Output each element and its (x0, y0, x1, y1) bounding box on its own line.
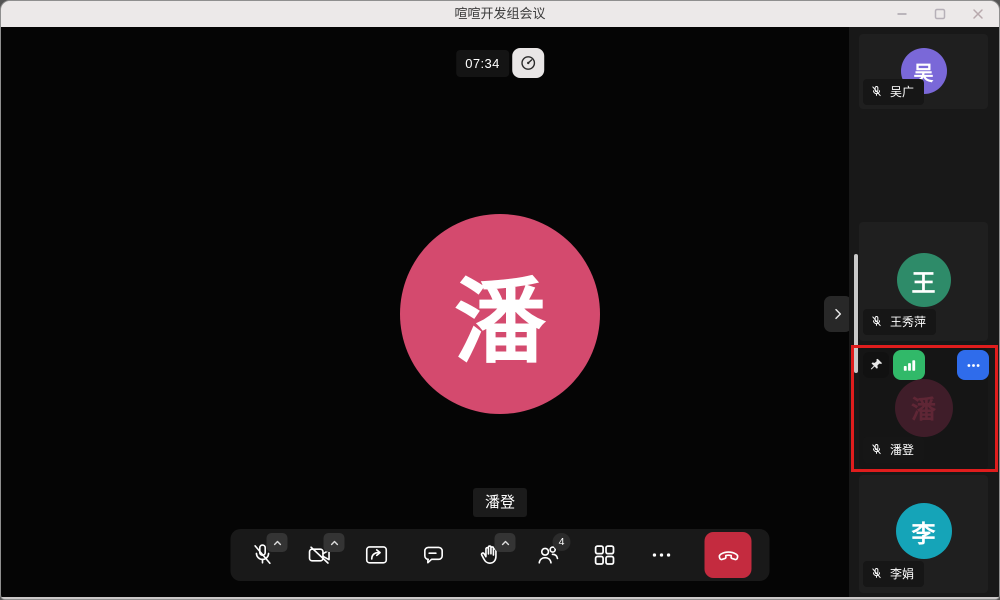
hangup-button[interactable] (705, 532, 752, 578)
window-controls (895, 1, 985, 27)
call-health-button[interactable] (512, 48, 544, 78)
tile-more-options-button[interactable] (957, 350, 989, 380)
meeting-window: 喧喧开发组会议 07:34 (0, 0, 1000, 600)
close-button[interactable] (971, 7, 985, 21)
participants-sidebar: 吴 吴广 王 王秀萍 (849, 27, 999, 597)
mic-muted-icon (870, 567, 883, 580)
speed-gauge-icon (519, 54, 537, 72)
participant-name-pill: 吴广 (863, 79, 924, 105)
participants-button[interactable]: 4 (534, 532, 562, 578)
mic-muted-icon (870, 85, 883, 98)
sidebar-scrollbar[interactable] (854, 254, 858, 373)
grid-view-button[interactable] (591, 532, 619, 578)
signal-quality-button[interactable] (893, 350, 925, 380)
participant-avatar: 李 (896, 503, 952, 559)
raise-hand-button[interactable] (477, 532, 505, 578)
chat-button[interactable] (420, 532, 448, 578)
share-screen-icon (364, 542, 390, 568)
mic-options-chevron[interactable] (267, 533, 288, 552)
participant-tile[interactable]: 吴 吴广 (859, 34, 988, 109)
active-speaker-initial: 潘 (454, 248, 546, 381)
mic-muted-icon (870, 315, 883, 328)
maximize-button[interactable] (933, 7, 947, 21)
meeting-toolbar: 4 (231, 529, 770, 581)
participant-avatar: 王 (897, 253, 951, 307)
camera-toggle-button[interactable] (306, 532, 334, 578)
hand-options-chevron[interactable] (495, 533, 516, 552)
participant-name: 李娟 (890, 565, 914, 582)
active-speaker-avatar: 潘 (400, 214, 600, 414)
share-screen-button[interactable] (363, 532, 391, 578)
chat-icon (421, 542, 447, 568)
timer-group: 07:34 (456, 48, 544, 78)
sidebar-collapse-button[interactable] (824, 296, 852, 332)
meeting-content: 07:34 潘 潘登 (1, 27, 999, 597)
chevron-up-icon (270, 536, 284, 550)
participant-name-pill: 李娟 (863, 561, 924, 587)
participant-avatar-dimmed: 潘 (895, 379, 953, 437)
meeting-timer: 07:34 (456, 50, 509, 77)
participants-count-badge: 4 (553, 533, 571, 551)
active-speaker-name: 潘登 (473, 488, 527, 517)
camera-options-chevron[interactable] (324, 533, 345, 552)
window-title: 喧喧开发组会议 (1, 1, 999, 27)
more-options-icon (649, 542, 675, 568)
more-options-button[interactable] (648, 532, 676, 578)
minimize-icon (896, 8, 908, 20)
pin-button[interactable] (863, 352, 889, 378)
participant-name: 王秀萍 (890, 313, 926, 330)
mic-toggle-button[interactable] (249, 532, 277, 578)
participant-name: 潘登 (890, 441, 914, 458)
participant-tile[interactable]: 王 王秀萍 (859, 222, 988, 341)
chevron-up-icon (327, 536, 341, 550)
participant-name-pill: 潘登 (863, 437, 924, 463)
grid-view-icon (592, 542, 618, 568)
participant-initial: 潘 (911, 390, 936, 426)
participant-tile-selected[interactable]: 潘 潘登 (859, 348, 988, 469)
window-titlebar: 喧喧开发组会议 (1, 1, 999, 27)
more-options-icon (965, 357, 982, 374)
participant-initial: 王 (912, 263, 936, 298)
minimize-button[interactable] (895, 7, 909, 21)
participant-tile[interactable]: 李 李娟 (859, 475, 988, 593)
signal-bars-icon (901, 357, 918, 374)
chevron-up-icon (498, 536, 512, 550)
hangup-icon (715, 542, 741, 568)
participant-initial: 李 (912, 514, 936, 549)
pin-icon (868, 357, 884, 373)
mic-muted-icon (870, 443, 883, 456)
maximize-icon (934, 8, 946, 20)
close-icon (972, 8, 984, 20)
participant-name: 吴广 (890, 83, 914, 100)
chevron-right-icon (830, 306, 846, 322)
participant-name-pill: 王秀萍 (863, 309, 936, 335)
